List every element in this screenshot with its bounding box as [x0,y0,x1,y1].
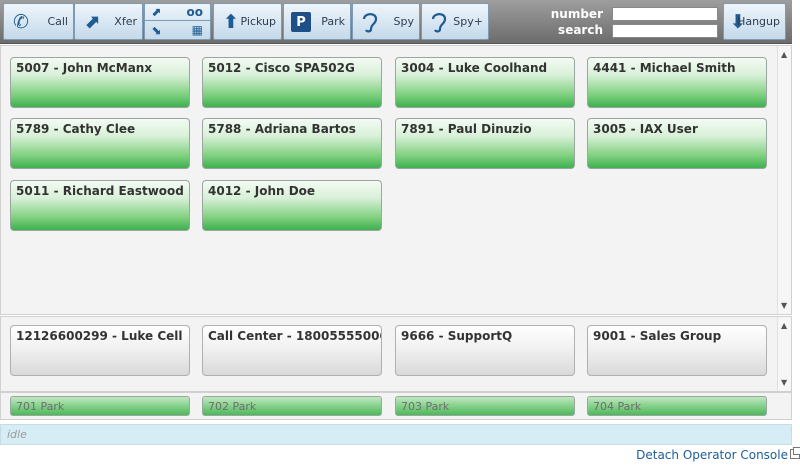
call-label: Call [47,15,68,28]
hangup-button[interactable]: ⬇ Hangup [723,3,786,40]
call-button[interactable]: ✆ Call [3,3,74,40]
extension-button[interactable]: 5789 - Cathy Clee [10,118,190,169]
search-input[interactable] [612,24,718,38]
transfer-button[interactable]: ⬈ Xfer [74,3,143,40]
extension-label: 4441 - Michael Smith [593,61,736,75]
park-slot[interactable]: 701 Park [10,396,190,416]
ear-icon [359,11,381,33]
queue-button[interactable]: 9001 - Sales Group [587,325,767,376]
scroll-down-icon[interactable]: ▼ [781,301,787,310]
extension-label: 5011 - Richard Eastwood [16,184,184,198]
arrow-up-right-icon: ⬈ [151,5,162,19]
spy-plus-label: Spy+ [453,15,483,28]
extension-button[interactable]: 7891 - Paul Dinuzio [395,118,575,169]
extension-button[interactable]: 5012 - Cisco SPA502G [202,57,382,108]
scroll-down-icon[interactable]: ▼ [781,378,787,387]
extension-button[interactable]: 4441 - Michael Smith [587,57,767,108]
ear-icon [428,11,450,33]
park-label: Park [321,15,345,28]
park-slot-label: 703 Park [401,400,450,413]
pickup-button[interactable]: ⬆ Pickup [213,3,282,40]
keypad-icon: ▦ [191,23,203,37]
arrow-down-right-icon: ⬊ [151,23,162,37]
status-bar: idle [0,424,792,445]
queue-button[interactable]: Call Center - 18005555006 [202,325,382,376]
hangup-label: Hangup [737,15,780,28]
extension-label: 4012 - John Doe [208,184,316,198]
extension-button[interactable]: 5788 - Adriana Bartos [202,118,382,169]
extension-label: 5007 - John McManx [16,61,153,75]
voicemail-transfer-group: ⬈ oo ⬊ ▦ [144,3,211,40]
arrow-up-right-icon: ⬈ [84,10,100,33]
park-slot[interactable]: 702 Park [202,396,382,416]
queue-label: 12126600299 - Luke Cell [16,329,183,343]
extensions-panel: 5007 - John McManx 5012 - Cisco SPA502G … [0,45,792,315]
extension-button[interactable]: 5007 - John McManx [10,57,190,108]
queue-label: 9666 - SupportQ [401,329,513,343]
detach-console-link[interactable]: Detach Operator Console [636,448,788,462]
number-label: number [550,7,603,21]
queues-scrollbar[interactable]: ▲ ▼ [777,317,791,391]
park-slot-label: 702 Park [208,400,257,413]
queue-button[interactable]: 9666 - SupportQ [395,325,575,376]
number-search-area: number search [548,5,720,39]
spy-plus-button[interactable]: Spy+ [421,3,489,40]
status-text: idle [7,428,27,441]
extension-label: 5012 - Cisco SPA502G [208,61,355,75]
extension-label: 7891 - Paul Dinuzio [401,122,532,136]
queue-label: Call Center - 18005555006 [208,329,382,343]
extension-label: 5788 - Adriana Bartos [208,122,356,136]
transfer-label: Xfer [114,15,137,28]
transfer-to-fax-button[interactable]: ⬊ ▦ [145,22,210,39]
extension-label: 3004 - Luke Coolhand [401,61,548,75]
arrow-up-icon: ⬆ [223,10,239,33]
extension-button[interactable]: 3004 - Luke Coolhand [395,57,575,108]
extension-button[interactable]: 3005 - IAX User [587,118,767,169]
scroll-up-icon[interactable]: ▲ [781,321,787,330]
toolbar: ✆ Call ⬈ Xfer ⬈ oo ⬊ ▦ ⬆ Pickup P Park S… [0,0,792,44]
queue-button[interactable]: 12126600299 - Luke Cell [10,325,190,376]
parking-panel: 701 Park 702 Park 703 Park 704 Park [0,392,792,420]
spy-label: Spy [393,15,414,28]
pickup-label: Pickup [240,15,276,28]
park-slot[interactable]: 703 Park [395,396,575,416]
spy-button[interactable]: Spy [352,3,420,40]
park-slot-label: 701 Park [16,400,65,413]
number-input[interactable] [612,7,718,21]
extension-label: 5789 - Cathy Clee [16,122,136,136]
park-slot-label: 704 Park [593,400,642,413]
phone-icon: ✆ [13,10,29,33]
popout-icon[interactable] [790,447,800,459]
park-slot[interactable]: 704 Park [587,396,767,416]
extension-button[interactable]: 5011 - Richard Eastwood [10,180,190,231]
extension-button[interactable]: 4012 - John Doe [202,180,382,231]
parking-icon: P [290,11,312,33]
extensions-scrollbar[interactable]: ▲ ▼ [777,46,791,314]
transfer-to-voicemail-button[interactable]: ⬈ oo [145,4,210,21]
extension-label: 3005 - IAX User [593,122,698,136]
voicemail-icon: oo [186,5,204,19]
queue-label: 9001 - Sales Group [593,329,722,343]
search-label: search [558,23,603,37]
scroll-up-icon[interactable]: ▲ [781,50,787,59]
park-button[interactable]: P Park [283,3,351,40]
queues-panel: 12126600299 - Luke Cell Call Center - 18… [0,316,792,392]
